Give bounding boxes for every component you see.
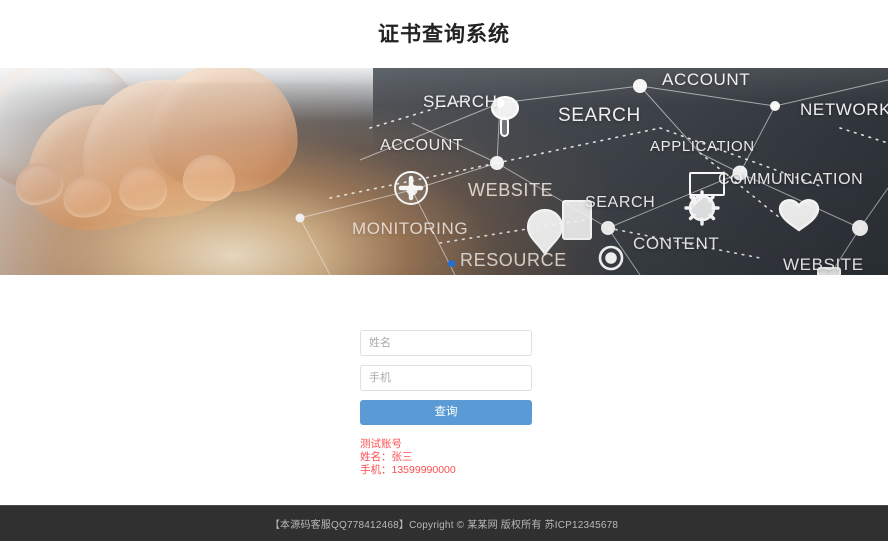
query-submit-button[interactable]: 查询: [360, 400, 532, 425]
hint-name: 姓名：张三: [360, 451, 413, 463]
copyright-text: 【本源码客服QQ778412468】Copyright © 某某网 版权所有 苏…: [269, 520, 619, 531]
page-title: 证书查询系统: [378, 22, 510, 46]
main-content: 查询 测试账号 姓名：张三 手机：13599990000: [0, 275, 888, 505]
name-input[interactable]: [360, 330, 532, 356]
test-account-hint: 测试账号 姓名：张三 手机：13599990000: [360, 438, 532, 477]
phone-input[interactable]: [360, 365, 532, 391]
hint-heading: 测试账号: [360, 438, 402, 450]
carousel-dot-2[interactable]: [447, 260, 455, 267]
hint-phone: 手机：13599990000: [360, 464, 456, 476]
banner-vignette: [0, 68, 888, 275]
site-header: 证书查询系统: [0, 0, 888, 68]
hero-banner-carousel[interactable]: SEARCHACCOUNTSEARCHACCOUNTNETWORKAPPLICA…: [0, 68, 888, 275]
carousel-dot-1[interactable]: [433, 260, 441, 267]
certificate-query-form: 查询 测试账号 姓名：张三 手机：13599990000: [360, 330, 532, 477]
banner-image: SEARCHACCOUNTSEARCHACCOUNTNETWORKAPPLICA…: [0, 68, 888, 275]
site-footer: 【本源码客服QQ778412468】Copyright © 某某网 版权所有 苏…: [0, 505, 888, 541]
carousel-indicators[interactable]: [0, 260, 888, 267]
